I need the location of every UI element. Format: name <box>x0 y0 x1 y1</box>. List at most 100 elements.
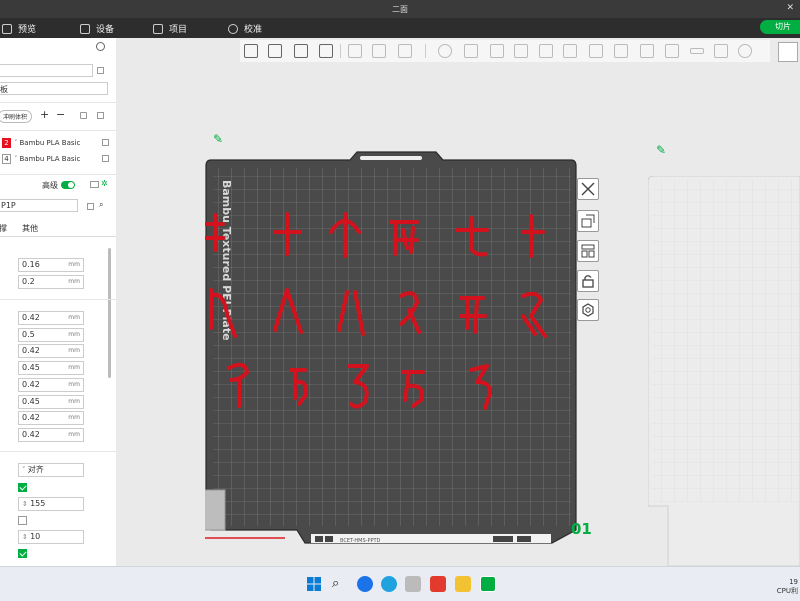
option-checkbox[interactable] <box>18 483 27 492</box>
cut-icon[interactable] <box>539 44 553 58</box>
color-paint-icon[interactable] <box>665 44 679 58</box>
glyph-1 <box>205 213 225 252</box>
menu-calibrate[interactable]: 校准 <box>228 22 262 35</box>
task-view-icon[interactable] <box>405 576 421 592</box>
edit-plate-name-icon[interactable]: ✎ <box>213 132 223 146</box>
edit-plate-name-icon[interactable]: ✎ <box>656 143 666 157</box>
lock-plate-button[interactable] <box>577 270 599 292</box>
arrange-icon[interactable] <box>319 44 333 58</box>
advanced-toggle[interactable] <box>61 181 75 189</box>
tab-others[interactable]: 其他 <box>22 223 38 234</box>
arrange-icon <box>581 244 595 258</box>
edge-browser-icon[interactable] <box>381 576 397 592</box>
arrange-plate-button[interactable] <box>577 240 599 262</box>
count-spinner[interactable]: ⇕ 10 <box>18 530 84 544</box>
glyph-8 <box>273 288 303 334</box>
process-preset-select[interactable]: P1P <box>0 199 78 212</box>
rotate-icon[interactable] <box>464 44 478 58</box>
plate-settings-button[interactable] <box>577 299 599 321</box>
line-width-input[interactable]: 0.42 mm <box>18 411 84 425</box>
first-layer-height-input[interactable]: 0.2 mm <box>18 275 84 289</box>
edit-filament-icon[interactable] <box>102 139 109 146</box>
model-glyphs[interactable] <box>205 150 578 545</box>
copy-icon[interactable] <box>348 44 362 58</box>
wps-office-icon[interactable] <box>430 576 446 592</box>
add-filament-icon[interactable]: + <box>40 108 49 121</box>
edit-printer-icon[interactable] <box>97 67 104 74</box>
project-icon <box>153 23 163 34</box>
edit-filament-icon[interactable] <box>102 155 109 162</box>
text-icon[interactable] <box>640 44 654 58</box>
add-object-icon[interactable] <box>244 44 258 58</box>
system-tray[interactable]: 19 CPU利 <box>777 578 798 596</box>
compare-icon[interactable] <box>90 181 99 188</box>
filament-item[interactable]: 4 ˅ Bambu PLA Basic <box>2 153 98 165</box>
auto-orient-icon[interactable] <box>294 44 308 58</box>
tab-support[interactable]: 撑 <box>0 223 7 234</box>
settings-icon[interactable]: ✲ <box>101 179 108 188</box>
plate-number: 01 <box>571 520 592 538</box>
paste-icon[interactable] <box>372 44 386 58</box>
flush-volume-button[interactable]: 冲刷体积 <box>0 110 33 123</box>
mesh-boolean-icon[interactable] <box>563 44 577 58</box>
printer-select[interactable] <box>0 64 93 77</box>
remove-plate-button[interactable] <box>577 178 599 200</box>
search-icon[interactable]: ⌕ <box>99 200 103 210</box>
glyph-2 <box>273 212 302 256</box>
option-checkbox[interactable] <box>18 549 27 558</box>
save-preset-icon[interactable] <box>87 203 94 210</box>
glyph-16 <box>401 370 425 408</box>
close-icon <box>581 182 595 196</box>
file-explorer-icon[interactable] <box>455 576 471 592</box>
menu-project[interactable]: 项目 <box>153 22 187 35</box>
close-icon[interactable]: ✕ <box>786 3 794 13</box>
plate-type-select[interactable]: 板 <box>0 82 108 95</box>
filament-slot-number: 2 <box>2 138 11 148</box>
seam-paint-icon[interactable] <box>614 44 628 58</box>
filament-settings-icon[interactable] <box>97 112 104 119</box>
settings-gear-icon[interactable] <box>96 42 105 51</box>
filament-slot-number: 4 <box>2 154 11 164</box>
sync-filament-icon[interactable] <box>80 112 87 119</box>
line-width-input[interactable]: 0.42 mm <box>18 428 84 442</box>
value-spinner[interactable]: ⇕ 155 <box>18 497 84 511</box>
seam-position-select[interactable]: ˅ 对齐 <box>18 463 84 477</box>
preview-icon <box>2 23 12 34</box>
search-icon[interactable]: ⌕ <box>332 576 348 592</box>
line-width-input[interactable]: 0.45 mm <box>18 361 84 375</box>
sidebar-scrollbar[interactable] <box>108 248 111 378</box>
line-width-input[interactable]: 0.42 mm <box>18 378 84 392</box>
move-icon[interactable] <box>438 44 452 58</box>
slice-button[interactable]: 切片 <box>760 20 800 34</box>
explode-icon[interactable] <box>738 44 752 58</box>
app-icon[interactable] <box>357 576 373 592</box>
menu-device[interactable]: 设备 <box>80 22 114 35</box>
add-plate-icon[interactable] <box>268 44 282 58</box>
measure-icon[interactable] <box>690 48 704 54</box>
gear-icon <box>582 303 594 317</box>
view-options-icon[interactable] <box>778 42 798 62</box>
build-plate-2[interactable] <box>648 176 800 566</box>
layer-height-input[interactable]: 0.16 mm <box>18 258 84 272</box>
chevron-down-icon: ˅ <box>14 155 18 163</box>
glyph-17 <box>469 364 492 410</box>
settings-sidebar: 板 冲刷体积 + − 2 ˅ Bambu PLA Basic 4 ˅ Bambu… <box>0 38 117 566</box>
glyph-15 <box>347 364 369 409</box>
os-taskbar: ⌕ 19 CPU利 <box>0 566 800 601</box>
filament-item[interactable]: 2 ˅ Bambu PLA Basic <box>2 137 98 149</box>
auto-orient-plate-button[interactable] <box>577 210 599 232</box>
windows-start-icon[interactable] <box>306 576 322 592</box>
option-checkbox[interactable] <box>18 516 27 525</box>
lay-on-face-icon[interactable] <box>514 44 528 58</box>
bambu-studio-icon[interactable] <box>480 576 496 592</box>
scale-icon[interactable] <box>490 44 504 58</box>
line-width-input[interactable]: 0.5 mm <box>18 328 84 342</box>
menu-preview[interactable]: 预览 <box>2 22 36 35</box>
line-width-input[interactable]: 0.45 mm <box>18 395 84 409</box>
remove-filament-icon[interactable]: − <box>56 108 65 121</box>
support-paint-icon[interactable] <box>589 44 603 58</box>
line-width-input[interactable]: 0.42 mm <box>18 311 84 325</box>
assembly-icon[interactable] <box>714 44 728 58</box>
delete-icon[interactable] <box>398 44 412 58</box>
line-width-input[interactable]: 0.42 mm <box>18 344 84 358</box>
